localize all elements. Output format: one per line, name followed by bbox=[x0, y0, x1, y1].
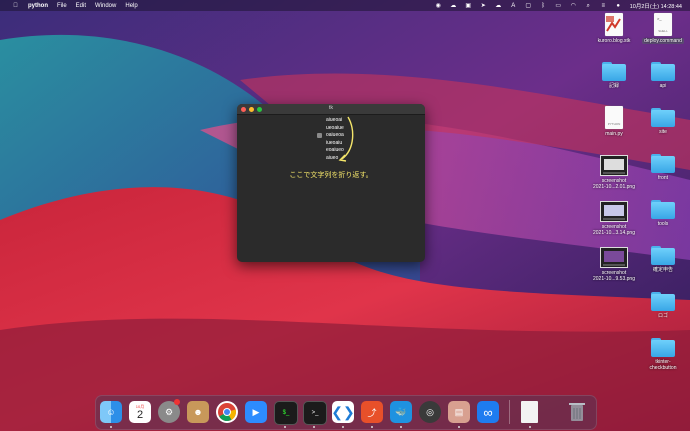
doc-type-text: PYTHON bbox=[607, 122, 621, 126]
zoom-icon[interactable]: ▶ bbox=[245, 401, 267, 423]
menu-window[interactable]: Window bbox=[95, 3, 116, 9]
menu-edit[interactable]: Edit bbox=[76, 3, 86, 9]
desktop-item-kiroku[interactable]: 記録 bbox=[589, 62, 639, 89]
desktop-item-label: site bbox=[659, 129, 667, 135]
chrome-icon[interactable] bbox=[216, 401, 238, 423]
desktop-item-label: api bbox=[659, 83, 667, 89]
wrap-annotation-text: ここで文字列を折り返す。 bbox=[289, 172, 373, 179]
folder-icon bbox=[651, 292, 675, 311]
wifi-icon[interactable]: ◠ bbox=[570, 2, 577, 9]
battery-icon[interactable]: ▭ bbox=[555, 2, 562, 9]
vscode-icon[interactable]: ❮❯ bbox=[331, 401, 355, 423]
rocket-icon[interactable]: ➤ bbox=[480, 2, 487, 9]
docker-menu-icon[interactable]: ▣ bbox=[465, 2, 472, 9]
running-indicator bbox=[313, 426, 315, 428]
doc-type-text: SHELL bbox=[658, 29, 668, 33]
calendar-day: 2 bbox=[136, 408, 144, 421]
desktop-item-front[interactable]: front bbox=[638, 154, 688, 181]
dock-divider bbox=[509, 400, 510, 424]
running-indicator bbox=[371, 426, 373, 428]
docker-icon[interactable]: 🐳 bbox=[390, 401, 412, 423]
desktop-item-label: deploy.command bbox=[642, 38, 684, 44]
preview-icon[interactable]: ▤ bbox=[448, 401, 470, 423]
desktop-item-tools[interactable]: tools bbox=[638, 200, 688, 227]
document-icon[interactable] bbox=[521, 401, 538, 423]
wrap-arrow-annotation bbox=[338, 116, 354, 162]
folder-icon bbox=[651, 246, 675, 265]
folder-icon bbox=[651, 154, 675, 173]
screenshot-icon bbox=[600, 155, 628, 176]
shell-document-icon: >_ SHELL bbox=[654, 13, 672, 36]
desktop-item-label: ロゴ bbox=[657, 313, 668, 319]
a-input-icon[interactable]: A bbox=[510, 2, 517, 9]
menu-file[interactable]: File bbox=[57, 3, 67, 9]
desktop-item-label: 記録 bbox=[608, 83, 619, 89]
desktop-item-site[interactable]: site bbox=[638, 108, 688, 135]
desktop-item-label: tkinter- checkbutton bbox=[649, 359, 677, 371]
folder-icon bbox=[651, 338, 675, 357]
bluetooth-icon[interactable]: ᛒ bbox=[540, 2, 547, 9]
running-indicator bbox=[529, 426, 531, 428]
cloud-icon[interactable]: ☁ bbox=[495, 2, 502, 9]
menu-app-name[interactable]: python bbox=[28, 3, 48, 9]
menu-datetime[interactable]: 10月2日(土) 14:28:44 bbox=[630, 2, 682, 10]
folder-icon bbox=[602, 62, 626, 81]
folder-icon bbox=[651, 62, 675, 81]
desktop-item-screenshot-3[interactable]: screenshot 2021-10...9.53.png bbox=[589, 247, 639, 282]
running-indicator bbox=[400, 426, 402, 428]
infinity-icon[interactable]: ∞ bbox=[477, 401, 499, 423]
desktop-item-kuroro-blog[interactable]: kuroro.blog.stk bbox=[589, 13, 639, 44]
screenshot-icon bbox=[600, 247, 628, 268]
desktop-item-label: 確定申告 bbox=[652, 267, 673, 273]
terminal-icon[interactable]: $_ bbox=[274, 401, 298, 425]
screenshot-icon bbox=[600, 201, 628, 222]
desktop-item-label: front bbox=[657, 175, 668, 181]
circle-status-icon[interactable]: ◉ bbox=[435, 2, 442, 9]
finder-icon[interactable]: ☺ bbox=[100, 401, 122, 423]
menu-bar:  python File Edit Window Help ◉ ☁ ▣ ➤ ☁… bbox=[0, 0, 690, 11]
desktop-item-label: screenshot 2021-10...3.14.png bbox=[593, 224, 635, 236]
desktop-item-api[interactable]: api bbox=[638, 62, 688, 89]
desktop-item-deploy-command[interactable]: >_ SHELL deploy.command bbox=[638, 13, 688, 44]
desktop-item-label: main.py bbox=[605, 131, 623, 137]
creative-cloud-icon[interactable]: ☁ bbox=[450, 2, 457, 9]
trash-icon[interactable] bbox=[566, 401, 588, 423]
desktop-item-tkinter-checkbutton[interactable]: tkinter- checkbutton bbox=[638, 338, 688, 371]
search-icon[interactable]: ⌕ bbox=[585, 2, 592, 9]
desktop-item-screenshot-1[interactable]: screenshot 2021-10...2.01.png bbox=[589, 155, 639, 190]
quicktime-icon[interactable]: ◎ bbox=[419, 401, 441, 423]
python-document-icon: PYTHON bbox=[605, 106, 623, 129]
running-indicator bbox=[284, 426, 286, 428]
apple-icon[interactable]:  bbox=[12, 2, 19, 9]
desktop-item-label: tools bbox=[657, 221, 669, 227]
contacts-icon[interactable]: ☻ bbox=[187, 401, 209, 423]
control-center-icon[interactable]: ≡ bbox=[600, 2, 607, 9]
desktop-item-screenshot-2[interactable]: screenshot 2021-10...3.14.png bbox=[589, 201, 639, 236]
desktop-item-kakutei-shinkoku[interactable]: 確定申告 bbox=[638, 246, 688, 273]
tk-window: tk aiueoai ueoaiue oaiueoa iueoaiu eoaiu… bbox=[237, 104, 425, 262]
sourcetree-icon[interactable]: ⤴ bbox=[361, 401, 383, 423]
terminal-icon[interactable]: >_ bbox=[303, 401, 327, 425]
siri-icon[interactable]: ● bbox=[615, 2, 622, 9]
folder-icon bbox=[651, 108, 675, 127]
desktop-item-label: screenshot 2021-10...2.01.png bbox=[593, 178, 635, 190]
desktop-item-label: kuroro.blog.stk bbox=[597, 38, 631, 44]
folder-icon bbox=[651, 200, 675, 219]
monitor-icon[interactable]: ▢ bbox=[525, 2, 532, 9]
notification-badge bbox=[174, 399, 180, 405]
document-icon bbox=[605, 13, 623, 36]
running-indicator bbox=[110, 426, 112, 428]
running-indicator bbox=[342, 426, 344, 428]
menu-help[interactable]: Help bbox=[125, 3, 137, 9]
desktop-item-logo[interactable]: ロゴ bbox=[638, 292, 688, 319]
calendar-icon[interactable]: 10月 2 bbox=[129, 401, 151, 423]
running-indicator bbox=[458, 426, 460, 428]
desktop-item-main-py[interactable]: PYTHON main.py bbox=[589, 106, 639, 137]
desktop-item-label: screenshot 2021-10...9.53.png bbox=[593, 270, 635, 282]
dock: ☺ 10月 2 ⚙ ☻ ▶ $_ >_ ❮❯ ⤴ 🐳 ◎ ▤ ∞ bbox=[95, 395, 597, 430]
